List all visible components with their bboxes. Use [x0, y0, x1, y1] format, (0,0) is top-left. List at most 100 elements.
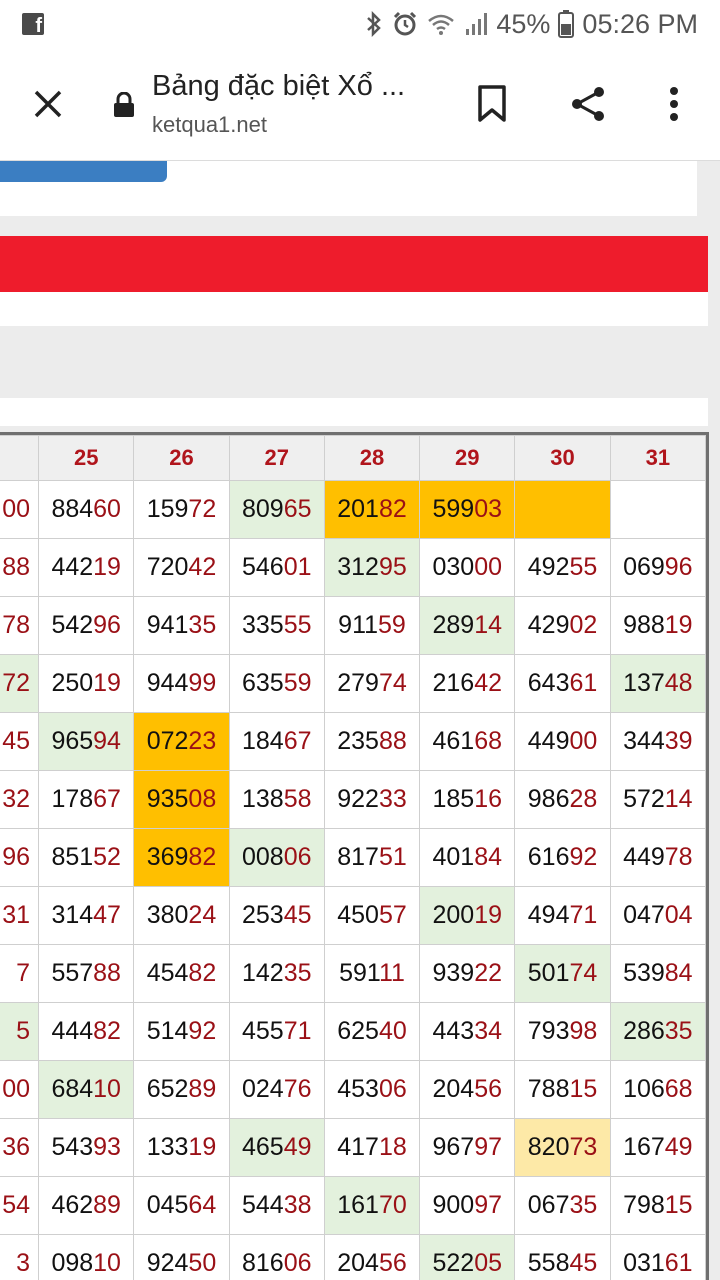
result-head-digits: 443: [432, 1017, 475, 1045]
result-tail-digits: 45: [283, 901, 312, 929]
result-head-digits: 455: [241, 1017, 284, 1045]
result-head-digits: 599: [432, 495, 475, 523]
result-cell: 54438: [228, 1176, 325, 1235]
result-head-digits: 444: [51, 1017, 94, 1045]
result-tail-digits: 74: [378, 669, 407, 697]
result-cell: 3: [0, 1234, 40, 1280]
result-head-digits: 442: [51, 553, 94, 581]
result-head-digits: 922: [337, 785, 379, 813]
result-head-digits: 494: [527, 901, 570, 929]
result-head-digits: 344: [623, 727, 665, 755]
result-cell: 54393: [38, 1118, 135, 1177]
result-tail-digits: 82: [188, 843, 217, 871]
result-head-digits: 159: [146, 495, 189, 523]
result-cell: 13858: [228, 770, 325, 829]
result-tail-digits: 71: [569, 901, 598, 929]
result-tail-digits: 89: [93, 1191, 121, 1219]
result-tail-digits: 36: [2, 1133, 31, 1161]
result-head-digits: 967: [432, 1133, 475, 1161]
column-header: [0, 435, 40, 481]
result-cell: 88: [0, 538, 40, 597]
result-tail-digits: 94: [93, 727, 121, 755]
result-cell: 44900: [514, 712, 611, 771]
result-head-digits: 884: [51, 495, 94, 523]
result-tail-digits: 15: [664, 1191, 693, 1219]
result-cell: 28635: [609, 1002, 707, 1061]
gray-strip: [0, 326, 708, 398]
result-cell: 50174: [514, 944, 611, 1003]
result-cell: 53984: [609, 944, 707, 1003]
page-title: Bảng đặc biệt Xổ ...: [152, 70, 406, 102]
table-row: 5 44482 51492 45571 62540 44334 79398 28635: [0, 1002, 707, 1061]
result-head-digits: 138: [241, 785, 284, 813]
result-cell: 64361: [514, 654, 611, 713]
battery-percent: 45%: [496, 8, 551, 39]
result-tail-digits: 19: [93, 669, 121, 697]
result-cell: 45482: [133, 944, 230, 1003]
lock-icon: [112, 91, 136, 118]
result-tail-digits: 65: [283, 495, 312, 523]
result-cell: 92450: [133, 1234, 230, 1280]
result-cell: 7: [0, 944, 40, 1003]
top-panel: [0, 161, 697, 216]
share-icon[interactable]: [562, 78, 614, 130]
result-head-digits: 988: [623, 611, 665, 639]
page-content: 25 26 27 28 29 30 31 00 88460 15972 80965 20182 599…: [0, 161, 720, 1280]
result-tail-digits: 05: [474, 1249, 503, 1277]
page-url[interactable]: ketqua1.net: [152, 112, 267, 138]
result-cell: 34439: [609, 712, 707, 771]
result-cell: 25345: [228, 886, 325, 945]
result-tail-digits: 18: [378, 1133, 407, 1161]
result-tail-digits: 19: [93, 553, 121, 581]
result-cell: 04564: [133, 1176, 230, 1235]
close-icon[interactable]: [24, 80, 72, 128]
clock: 05:26 PM: [582, 8, 698, 39]
result-tail-digits: 35: [283, 959, 312, 987]
result-cell: 13748: [609, 654, 707, 713]
result-tail-digits: 00: [569, 727, 598, 755]
result-head-digits: 200: [432, 901, 475, 929]
result-cell: 68410: [38, 1060, 135, 1119]
result-cell: 57214: [609, 770, 707, 829]
result-tail-digits: 16: [474, 785, 503, 813]
result-head-digits: 235: [337, 727, 379, 755]
result-head-digits: 449: [623, 843, 665, 871]
result-cell: 90097: [419, 1176, 516, 1235]
result-cell: 98819: [609, 596, 707, 655]
result-cell: 03000: [419, 538, 516, 597]
bookmark-icon[interactable]: [466, 78, 518, 130]
result-tail-digits: 38: [283, 1191, 312, 1219]
results-table-wrapper[interactable]: 25 26 27 28 29 30 31 00 88460 15972 80965 20182 599…: [0, 432, 709, 1280]
result-head-digits: 031: [623, 1249, 665, 1277]
result-tail-digits: 31: [2, 901, 31, 929]
result-cell: 81751: [323, 828, 421, 887]
result-head-digits: 543: [51, 1133, 94, 1161]
result-tail-digits: 64: [188, 1191, 217, 1219]
result-cell: 61692: [514, 828, 611, 887]
result-cell: 88460: [38, 480, 135, 539]
result-cell: 07223: [133, 712, 230, 771]
result-tail-digits: 14: [664, 785, 693, 813]
result-tail-digits: 70: [378, 1191, 407, 1219]
result-tail-digits: 10: [93, 1075, 121, 1103]
result-tail-digits: 71: [283, 1017, 312, 1045]
result-tail-digits: 19: [664, 611, 693, 639]
result-tail-digits: 88: [93, 959, 121, 987]
result-tail-digits: 28: [569, 785, 598, 813]
result-head-digits: 793: [527, 1017, 570, 1045]
result-head-digits: 133: [146, 1133, 189, 1161]
more-options-icon[interactable]: [648, 78, 700, 130]
result-cell: 78: [0, 596, 40, 655]
result-head-digits: 544: [241, 1191, 284, 1219]
result-tail-digits: 55: [283, 611, 312, 639]
result-head-digits: 591: [339, 959, 379, 987]
result-tail-digits: 7: [16, 959, 31, 987]
red-header-bar: [0, 236, 708, 292]
result-tail-digits: 47: [93, 901, 121, 929]
result-cell: 49471: [514, 886, 611, 945]
wifi-icon: [428, 14, 455, 35]
result-tail-digits: 88: [2, 553, 31, 581]
result-tail-digits: 82: [93, 1017, 121, 1045]
header-row: 25 26 27 28 29 30 31: [0, 435, 707, 481]
blue-button[interactable]: [0, 161, 167, 182]
